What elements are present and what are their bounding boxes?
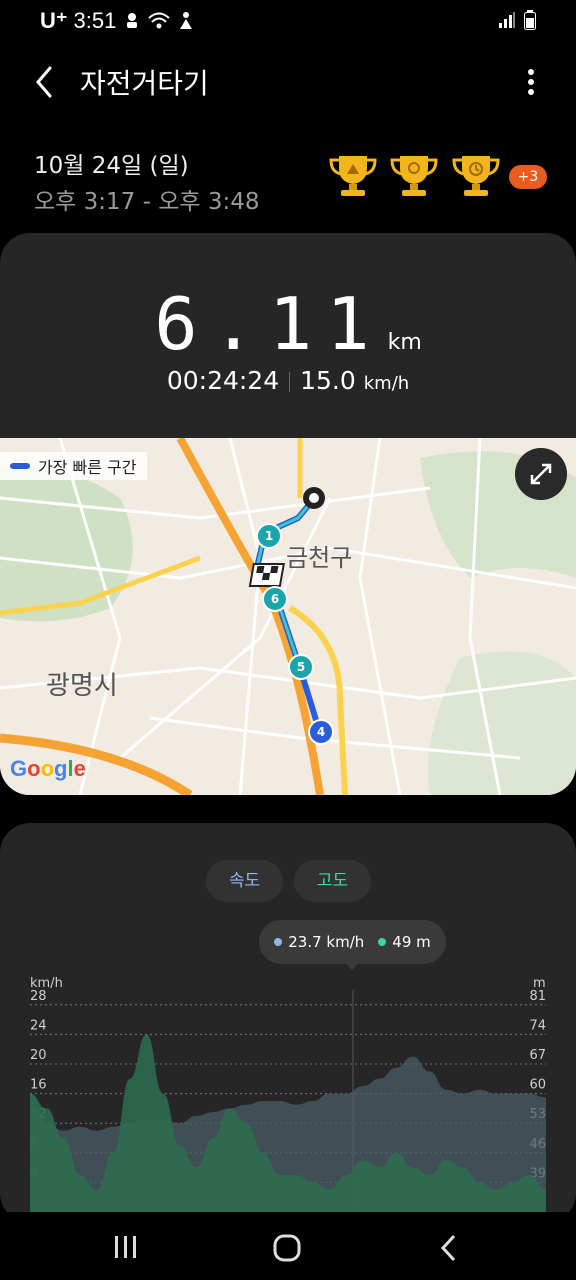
more-achievements-badge[interactable]: +3: [509, 165, 547, 189]
y-tick-label: 28: [30, 990, 47, 1004]
finish-flag-icon: [248, 563, 285, 587]
map-marker-label: 6: [271, 592, 279, 606]
fastest-segment-legend: 가장 빠른 구간: [0, 452, 147, 480]
page-title: 자전거타기: [80, 67, 209, 100]
distance-unit: km: [387, 330, 422, 355]
distance-value: 6.11: [154, 282, 384, 366]
speed-altitude-chart[interactable]: 28812474206716601253846439: [0, 990, 576, 1212]
clock: 3:51: [73, 8, 117, 33]
stats-row: 00:24:24 15.0 km/h: [0, 366, 576, 395]
status-bar: U⁺ 3:51: [0, 0, 576, 44]
back-arrow-icon[interactable]: [28, 62, 64, 102]
district-label: 금천구: [286, 544, 352, 572]
y2-tick-label: 74: [529, 1018, 546, 1033]
y2-tick-label: 81: [529, 990, 546, 1004]
recent-apps-icon[interactable]: [113, 1234, 139, 1260]
left-axis-unit: km/h: [30, 976, 63, 991]
google-g: G: [10, 756, 28, 781]
chart-tooltip: 23.7 km/h 49 m: [259, 920, 446, 964]
signal-icon: [499, 12, 515, 28]
map-marker-label: 5: [297, 660, 305, 674]
distance-display: 6.11 km: [0, 282, 576, 366]
accessibility-icon: [180, 12, 193, 29]
trophy-icon[interactable]: [388, 150, 440, 202]
google-attribution: Google: [10, 756, 86, 781]
duration-value: 00:24:24: [166, 366, 280, 395]
session-time-range: 오후 3:17 - 오후 3:48: [34, 189, 260, 215]
route-map[interactable]: 금천구 광명시 1 6 5 4: [0, 438, 576, 795]
trophy-icon[interactable]: [327, 150, 379, 202]
city-label: 광명시: [46, 671, 118, 701]
tooltip-pointer: [346, 963, 358, 971]
map-marker-label: 1: [265, 529, 273, 543]
divider: [289, 372, 291, 392]
speed-dot: [274, 938, 283, 946]
nav-back-icon[interactable]: [438, 1234, 460, 1262]
legend-label: 가장 빠른 구간: [38, 458, 137, 477]
tab-altitude[interactable]: 고도: [294, 860, 371, 902]
carrier-label: U⁺: [40, 8, 68, 33]
right-axis-unit: m: [533, 976, 546, 991]
home-icon[interactable]: [273, 1234, 301, 1262]
tab-speed[interactable]: 속도: [206, 860, 283, 902]
altitude-dot: [378, 938, 387, 946]
system-nav-bar: [0, 1212, 576, 1280]
notification-icon: [127, 13, 138, 28]
y2-tick-label: 60: [529, 1078, 546, 1093]
tooltip-altitude: 49 m: [392, 933, 431, 951]
y-tick-label: 16: [30, 1078, 47, 1093]
trophy-icon[interactable]: [450, 150, 502, 202]
y-tick-label: 20: [30, 1048, 47, 1063]
expand-map-icon[interactable]: [515, 448, 567, 500]
map-marker-label: 4: [317, 725, 325, 739]
map-canvas: 금천구 광명시 1 6 5 4: [0, 438, 576, 795]
session-date: 10월 24일 (일): [34, 153, 189, 179]
y-tick-label: 24: [30, 1018, 47, 1033]
wifi-icon: [148, 12, 170, 29]
battery-icon: [524, 10, 536, 30]
legend-swatch: [10, 463, 30, 469]
more-options-icon[interactable]: [516, 64, 546, 104]
speed-unit: km/h: [363, 373, 410, 394]
y2-tick-label: 67: [529, 1048, 546, 1063]
avg-speed-value: 15.0: [300, 366, 356, 395]
tooltip-speed: 23.7 km/h: [288, 933, 365, 951]
